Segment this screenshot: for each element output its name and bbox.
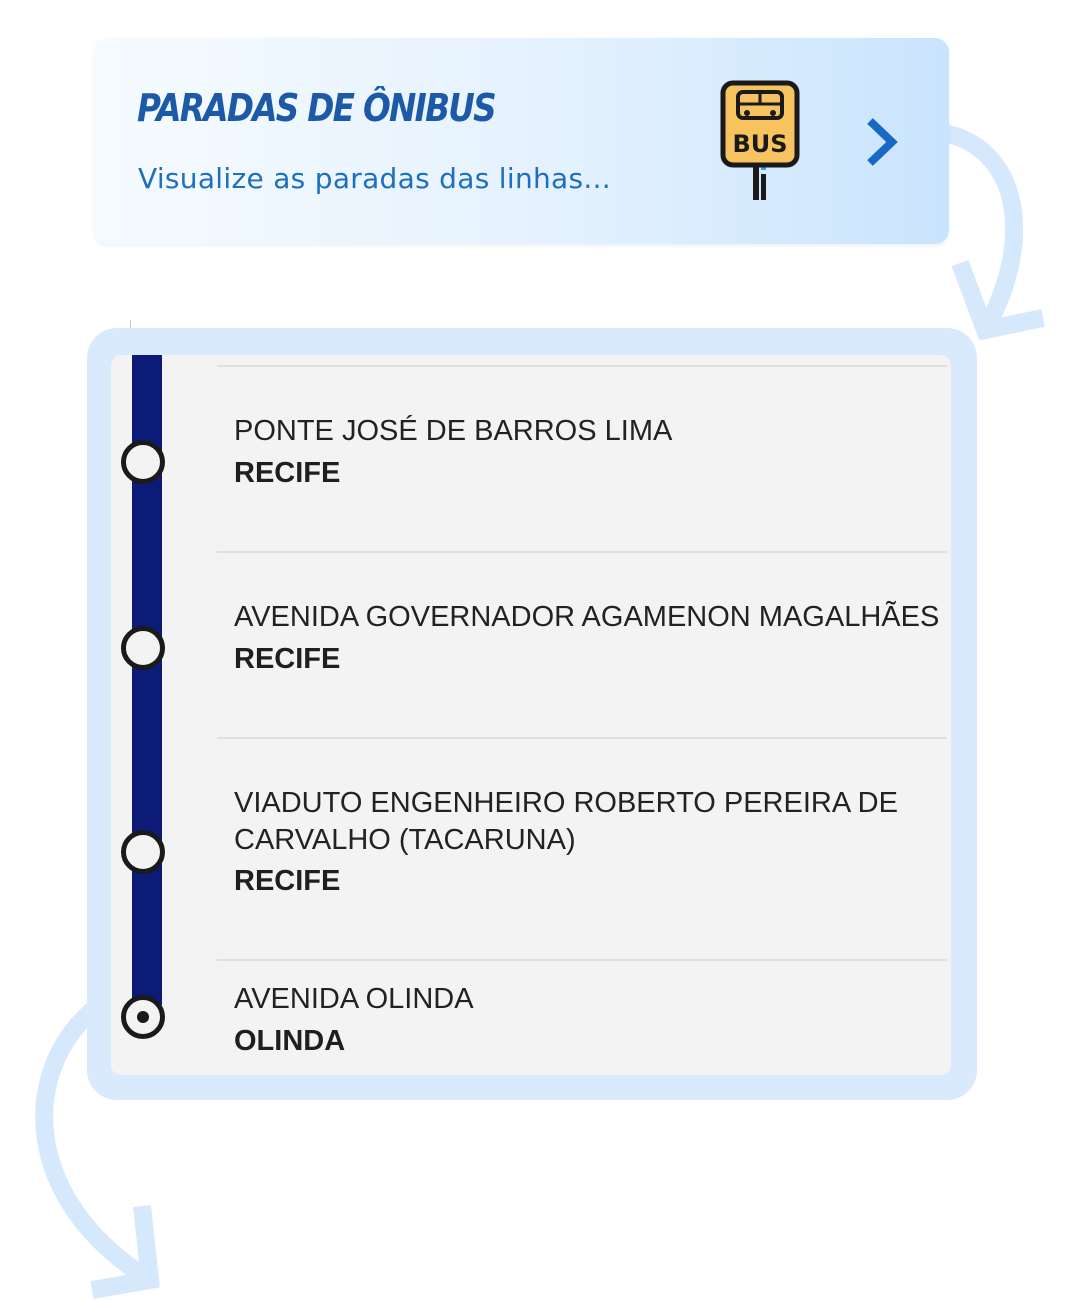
bus-stop-icon: BUS bbox=[720, 80, 800, 200]
chevron-right-icon[interactable] bbox=[862, 116, 902, 168]
stop-item[interactable]: PONTE JOSÉ DE BARROS LIMA RECIFE bbox=[111, 365, 951, 551]
current-stop-dot bbox=[137, 1011, 149, 1023]
stop-name: VIADUTO ENGENHEIRO ROBERTO PEREIRA DE CA… bbox=[234, 787, 898, 856]
bus-stops-card[interactable]: PARADAS DE ÔNIBUS Visualize as paradas d… bbox=[94, 38, 949, 244]
stops-list[interactable]: PONTE JOSÉ DE BARROS LIMA RECIFE AVENIDA… bbox=[111, 355, 951, 1075]
stop-divider bbox=[217, 551, 947, 553]
stop-city: RECIFE bbox=[234, 643, 341, 675]
stop-marker-icon bbox=[121, 830, 165, 874]
top-right-arrow-curve bbox=[942, 124, 1024, 335]
stop-divider bbox=[217, 737, 947, 739]
stop-marker-icon bbox=[121, 626, 165, 670]
current-stop-marker-icon bbox=[121, 995, 165, 1039]
stop-divider bbox=[217, 959, 947, 961]
stop-item[interactable]: AVENIDA GOVERNADOR AGAMENON MAGALHÃES RE… bbox=[111, 551, 951, 737]
stop-item-current[interactable]: AVENIDA OLINDA OLINDA bbox=[111, 959, 951, 1075]
card-subtitle: Visualize as paradas das linhas... bbox=[138, 162, 611, 195]
stop-item[interactable]: VIADUTO ENGENHEIRO ROBERTO PEREIRA DE CA… bbox=[111, 737, 951, 959]
bus-sign-label: BUS bbox=[732, 130, 787, 158]
stop-city: RECIFE bbox=[234, 457, 341, 489]
card-title: PARADAS DE ÔNIBUS bbox=[137, 86, 497, 130]
bottom-left-arrow-head bbox=[90, 1205, 160, 1299]
stop-name: AVENIDA GOVERNADOR AGAMENON MAGALHÃES bbox=[234, 601, 940, 633]
stop-name: PONTE JOSÉ DE BARROS LIMA bbox=[234, 415, 673, 447]
stop-name: AVENIDA OLINDA bbox=[234, 983, 474, 1015]
stop-divider bbox=[217, 365, 947, 367]
stop-marker-icon bbox=[121, 440, 165, 484]
stop-city: RECIFE bbox=[234, 865, 341, 897]
stops-panel: PONTE JOSÉ DE BARROS LIMA RECIFE AVENIDA… bbox=[87, 328, 977, 1100]
stop-city: OLINDA bbox=[234, 1025, 346, 1057]
top-right-arrow-head bbox=[951, 259, 1045, 341]
